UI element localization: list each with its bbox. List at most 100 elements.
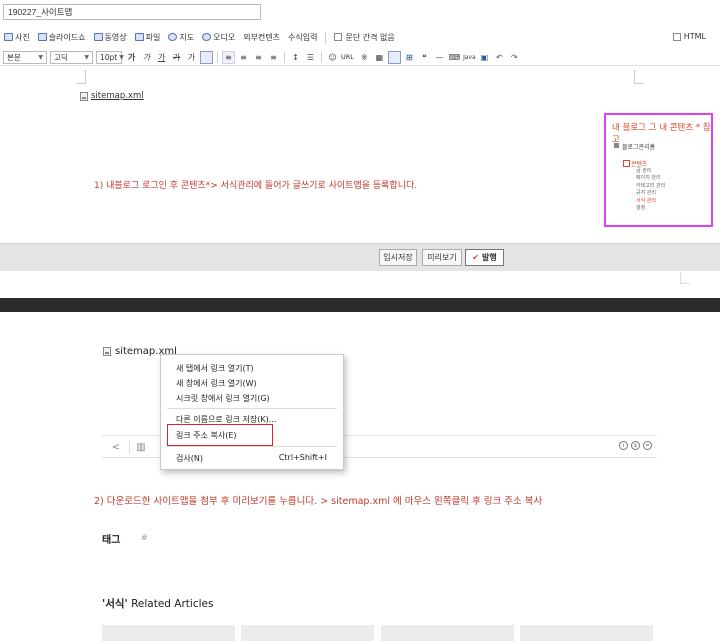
menu-item-open-new-window[interactable]: 새 창에서 링크 열기(W) [176, 378, 257, 389]
related-article-card[interactable] [381, 625, 514, 641]
map-icon [168, 33, 178, 41]
tag-label: 태그 [102, 535, 121, 546]
chevron-down-icon: ▼ [38, 53, 43, 61]
toolbar-divider [217, 51, 218, 63]
blog-admin-home: 블로그관리홈 [613, 143, 656, 151]
special-char-icon[interactable]: ※ [358, 51, 371, 64]
checkbox-icon [672, 32, 681, 41]
file-icon [134, 33, 144, 41]
insert-map-button[interactable]: 지도 [168, 32, 194, 43]
box-style-icon[interactable] [387, 50, 401, 64]
context-menu: 새 탭에서 링크 열기(T) 새 창에서 링크 열기(W) 시크릿 창에서 링크… [160, 354, 344, 470]
checkbox-icon [334, 33, 343, 41]
list-item: 설정 [636, 205, 646, 212]
align-left-icon[interactable]: ≡ [222, 50, 235, 64]
post-editor: 사진 슬라이드쇼 동영상 파일 지도 오디오 외부컨텐츠 수식입력 문단 간격 … [0, 0, 720, 298]
emoticon-icon[interactable]: ☺ [326, 51, 339, 64]
format-toolbar: 본문 ▼ 고딕 ▼ 10pt ▼ 가 가 가 가 가 ≡ ≡ ≡ ≡ ↕ ☰ ☺ UR… [0, 49, 720, 66]
menu-item-inspect[interactable]: 검사(N) [176, 453, 203, 464]
related-articles-label: Related Articles [127, 598, 214, 610]
save-icon[interactable]: ▣ [478, 51, 491, 64]
temp-save-button[interactable]: 임시저장 [379, 249, 417, 266]
video-icon [93, 33, 103, 41]
blog-contents-list: 글 관리 페이지 관리 카테고리 관리 공지 관리 서식 관리 설정 [636, 168, 665, 212]
list-item: 서식 관리 [636, 197, 656, 204]
screenshot-divider [0, 298, 720, 312]
blog-contents-section: 콘텐츠 [623, 160, 648, 168]
step2-instruction: 2) 다운로드한 사이트맵을 첨부 후 미리보기를 누릅니다. > sitema… [94, 496, 543, 507]
blog-menu-reference: 내 블로그 그 내 콘텐츠 * 참고 블로그관리홈 콘텐츠 글 관리 페이지 관… [604, 113, 713, 227]
line-height-icon[interactable]: ↕ [289, 51, 302, 64]
stats-icon[interactable]: ▥ [135, 441, 147, 453]
align-justify-icon[interactable]: ≡ [267, 51, 280, 64]
insert-slideshow-button[interactable]: 슬라이드쇼 [37, 32, 86, 43]
audio-icon [202, 33, 212, 41]
file-icon [80, 91, 88, 101]
paragraph-style-select[interactable]: 본문 ▼ [3, 50, 47, 64]
blog-post-view [0, 312, 720, 641]
insert-formula-button[interactable]: 수식입력 [288, 32, 317, 43]
menu-item-open-incognito[interactable]: 시크릿 창에서 링크 열기(G) [176, 393, 270, 404]
post-title-input[interactable] [3, 4, 261, 20]
attached-file-link[interactable]: sitemap.xml [91, 91, 144, 101]
related-articles-title: '서식' Related Articles [102, 596, 213, 611]
text-color-icon[interactable]: 가 [185, 51, 198, 64]
cc-nc-icon: $ [631, 441, 640, 450]
url-label[interactable]: URL [341, 53, 354, 61]
list-item: 공지 관리 [636, 190, 656, 197]
cc-by-icon: i [619, 441, 628, 450]
undo-icon[interactable]: ↶ [493, 51, 506, 64]
code-icon[interactable]: ⌨ [448, 51, 461, 64]
menu-divider [167, 446, 337, 447]
related-article-card[interactable] [241, 625, 374, 641]
align-center-icon[interactable]: ≡ [237, 51, 250, 64]
toolbar-divider [325, 31, 327, 43]
insert-toolbar: 사진 슬라이드쇼 동영상 파일 지도 오디오 외부컨텐츠 수식입력 문단 간격 … [0, 28, 720, 46]
related-article-card[interactable] [102, 625, 235, 641]
bold-icon[interactable]: 가 [125, 51, 138, 64]
menu-shortcut-inspect: Ctrl+Shift+I [278, 453, 327, 462]
quote-icon[interactable]: ❝ [418, 51, 431, 64]
table-icon[interactable]: ▦ [373, 51, 386, 64]
file-icon [103, 347, 111, 356]
font-size-select[interactable]: 10pt ▼ [96, 50, 124, 64]
highlight-color-icon[interactable] [200, 50, 213, 64]
related-article-card[interactable] [520, 625, 653, 641]
insert-file-button[interactable]: 파일 [134, 32, 160, 43]
html-mode-toggle[interactable]: HTML [672, 32, 706, 41]
preview-button[interactable]: 미리보기 [422, 249, 462, 266]
editor-footer [0, 272, 720, 298]
bullet-list-icon[interactable]: ☰ [304, 51, 317, 64]
insert-audio-button[interactable]: 오디오 [202, 32, 235, 43]
page-corner-mark [680, 272, 690, 284]
insert-photo-button[interactable]: 사진 [4, 32, 30, 43]
paragraph-spacing-toggle[interactable]: 문단 간격 없음 [334, 32, 395, 43]
divider-line-icon[interactable]: — [433, 51, 446, 64]
cc-nd-icon: = [643, 441, 652, 450]
photo-icon [4, 33, 13, 41]
strikethrough-icon[interactable]: 가 [170, 51, 183, 64]
publish-button[interactable]: ✔ 발행 [465, 249, 504, 266]
chevron-down-icon: ▼ [119, 53, 124, 61]
underline-icon[interactable]: 가 [155, 51, 168, 64]
list-item: 페이지 관리 [636, 175, 661, 182]
tag-hash: # [141, 533, 148, 542]
menu-item-open-new-tab[interactable]: 새 탭에서 링크 열기(T) [176, 363, 254, 374]
page-corner-mark [634, 70, 644, 84]
slideshow-icon [37, 33, 47, 41]
toolbar-divider [129, 441, 130, 454]
chevron-down-icon: ▼ [84, 53, 89, 61]
insert-video-button[interactable]: 동영상 [93, 32, 127, 43]
related-category: '서식' [102, 598, 128, 610]
italic-icon[interactable]: 가 [140, 51, 153, 64]
share-icon[interactable]: < [110, 441, 122, 453]
attached-file: sitemap.xml [80, 91, 144, 101]
link-card-icon[interactable]: ⊞ [403, 51, 416, 64]
font-family-select[interactable]: 고딕 ▼ [50, 50, 93, 64]
insert-external-content-button[interactable]: 외부컨텐츠 [243, 32, 280, 43]
page-corner-mark [76, 70, 86, 84]
redo-icon[interactable]: ↷ [508, 51, 521, 64]
step1-instruction: 1) 내블로그 로그인 후 콘텐츠*> 서식관리에 들어가 글쓰기로 사이트맵을… [94, 181, 418, 191]
java-icon[interactable]: Java [463, 51, 476, 64]
align-right-icon[interactable]: ≡ [252, 51, 265, 64]
